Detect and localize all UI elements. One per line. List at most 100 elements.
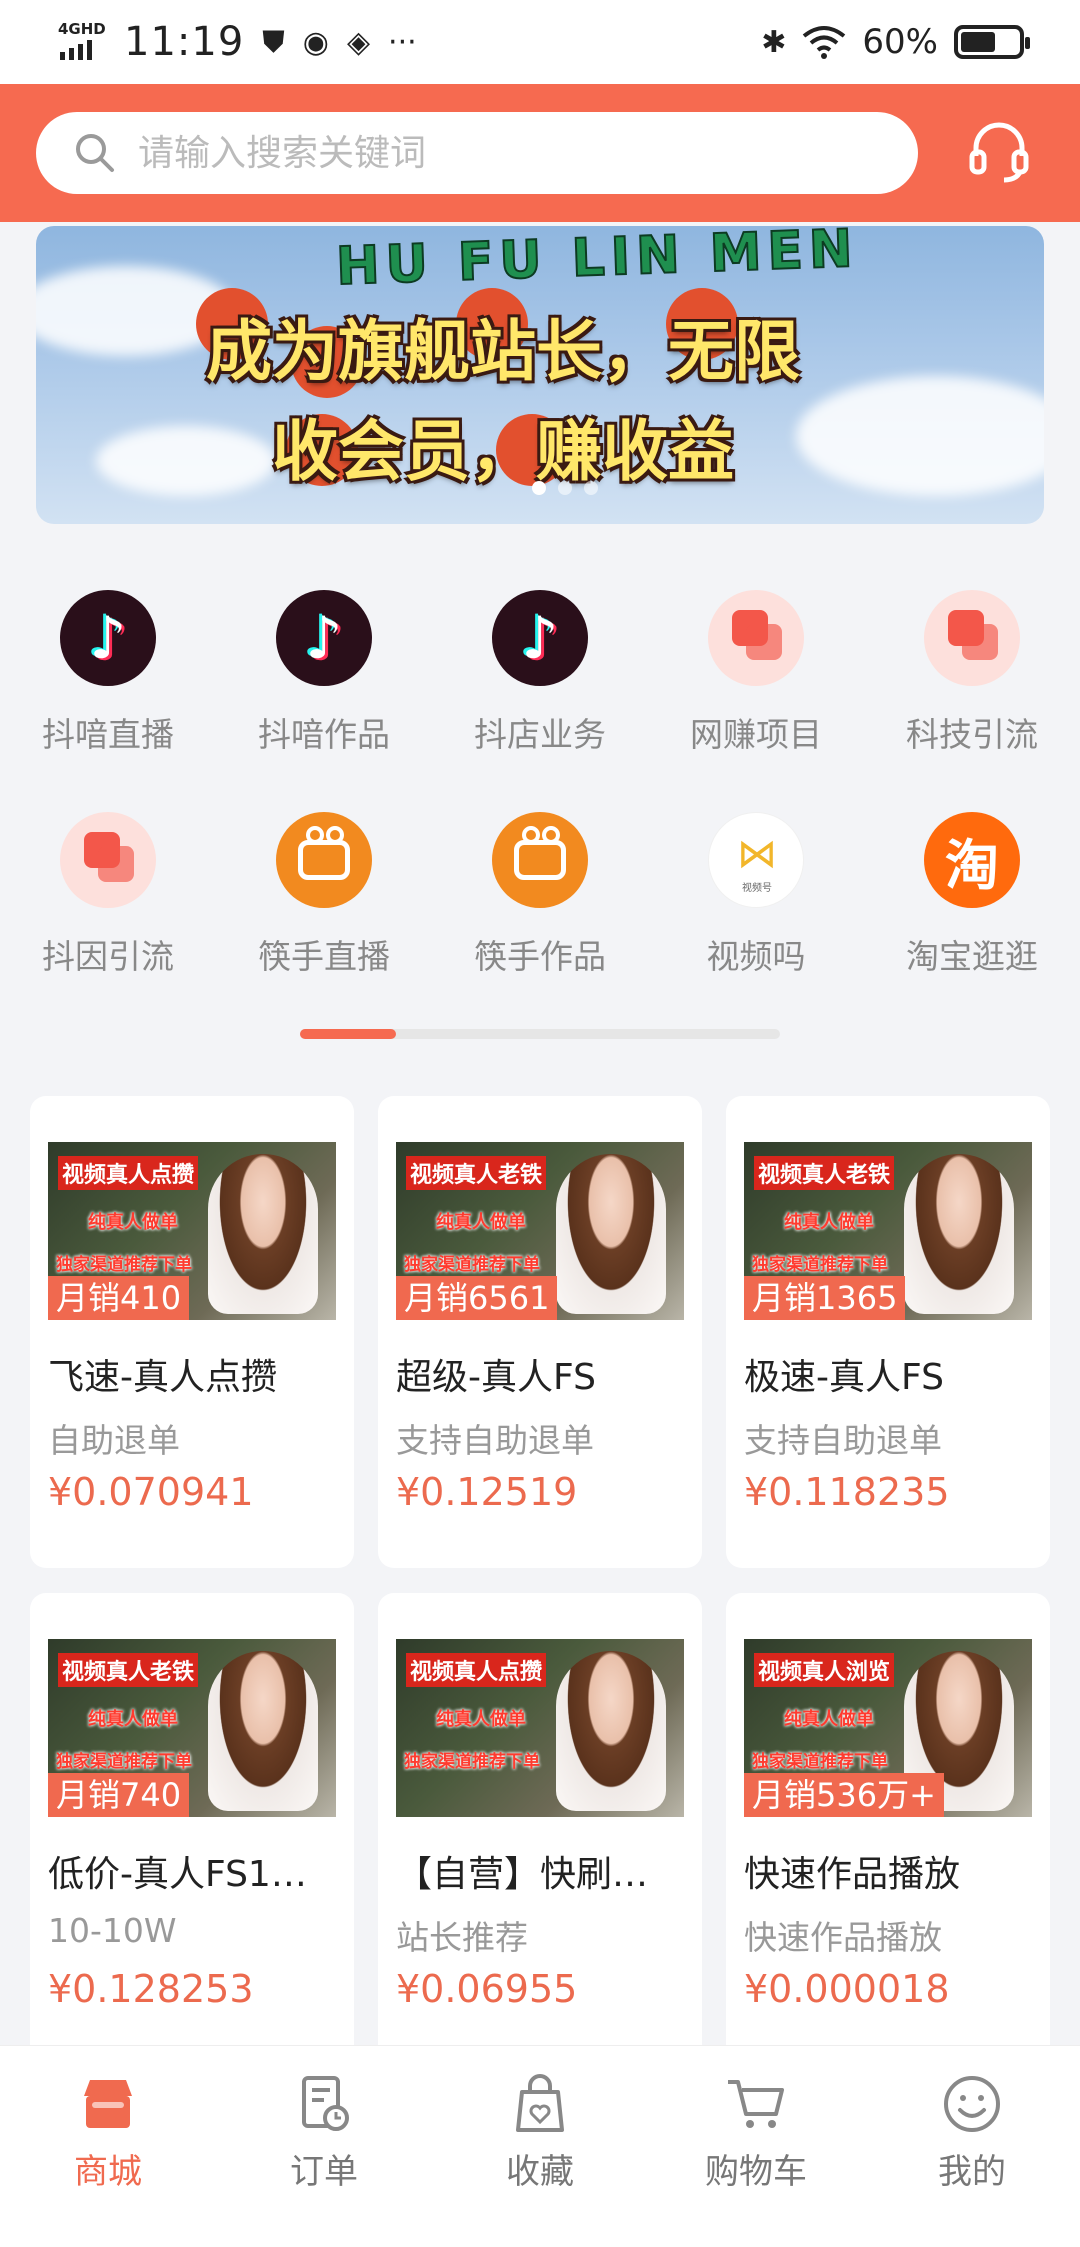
- kuaishou-icon: [492, 812, 588, 908]
- product-card[interactable]: 视频真人老铁 纯真人做单 独家渠道推荐下单 月销6561 超级-真人FS 支持自助退单 ¥0…: [378, 1096, 702, 1568]
- product-thumbnail: 视频真人浏览 纯真人做单 独家渠道推荐下单 月销536万+: [744, 1639, 1032, 1817]
- search-input[interactable]: [138, 132, 898, 174]
- product-title: 【自营】快刷…: [396, 1854, 649, 1895]
- banner-dot: [532, 481, 546, 495]
- signal-icon: 4GHD: [58, 20, 106, 64]
- category-taobao[interactable]: 淘 淘宝逛逛: [864, 812, 1080, 978]
- category-label: 抖因引流: [42, 937, 174, 976]
- category-label: 筷手直播: [258, 937, 390, 976]
- nav-orders[interactable]: 订单: [216, 2072, 432, 2193]
- category-douyin-works[interactable]: ♪ 抖喑作品: [216, 590, 432, 756]
- order-icon: [302, 2076, 349, 2131]
- thumbnail-line-3: 独家渠道推荐下单: [752, 1752, 888, 1772]
- category-label: 科技引流: [906, 715, 1038, 754]
- nav-label: 收藏: [506, 2152, 574, 2192]
- thumbnail-line-3: 独家渠道推荐下单: [56, 1255, 192, 1275]
- product-thumbnail: 视频真人老铁 纯真人做单 独家渠道推荐下单 月销740: [48, 1639, 336, 1817]
- battery-icon: [954, 25, 1030, 59]
- category-label: 视频吗: [706, 937, 806, 976]
- category-kuaishou-works[interactable]: 筷手作品: [432, 812, 648, 978]
- category-label: 抖店业务: [474, 715, 606, 754]
- more-icon: ···: [388, 24, 417, 60]
- banner-arc-text: HU FU LIN MEN: [334, 226, 860, 298]
- nav-shop[interactable]: 商城: [0, 2072, 216, 2193]
- battery-percent: 60%: [862, 22, 938, 62]
- category-label: 网赚项目: [690, 715, 822, 754]
- category-douyin-shop[interactable]: ♪ 抖店业务: [432, 590, 648, 756]
- product-thumbnail: 视频真人点攒纯真人做单独家渠道推荐下单 月销410: [48, 1142, 336, 1320]
- banner-dot: [584, 481, 598, 495]
- tiktok-icon: ♪: [276, 590, 372, 686]
- banner-pagination: [532, 481, 598, 495]
- product-title: 超级-真人FS: [396, 1357, 596, 1398]
- thumbnail-title: 视频真人点攒: [58, 1156, 199, 1190]
- nav-favorites[interactable]: 收藏: [432, 2072, 648, 2193]
- category-online-earning[interactable]: 网赚项目: [648, 590, 864, 756]
- category-douyin-live[interactable]: ♪ 抖喑直播: [0, 590, 216, 756]
- status-bar: 4GHD 11:19 ⛊ ◉ ◈ ··· ✱ 60%: [0, 0, 1080, 84]
- thumbnail-line-3: 独家渠道推荐下单: [404, 1752, 540, 1772]
- system-home-bar: [0, 2213, 1080, 2247]
- product-title: 极速-真人FS: [744, 1357, 944, 1398]
- monthly-sales-badge: 月销410: [48, 1276, 190, 1320]
- product-subtitle: 支持自助退单: [396, 1421, 594, 1460]
- product-price: ¥0.128253: [48, 1967, 254, 2011]
- category-douyin-traffic[interactable]: 抖因引流: [0, 812, 216, 978]
- product-subtitle: 自助退单: [48, 1421, 180, 1460]
- thumbnail-line-3: 独家渠道推荐下单: [752, 1255, 888, 1275]
- thumbnail-line-2: 纯真人做单: [784, 1212, 874, 1233]
- squares-icon: [708, 590, 804, 686]
- thumbnail-line-2: 纯真人做单: [88, 1212, 178, 1233]
- cart-icon: [728, 2080, 784, 2128]
- product-thumbnail: 视频真人老铁 纯真人做单 独家渠道推荐下单 月销1365: [744, 1142, 1032, 1320]
- banner-dot: [558, 481, 572, 495]
- product-subtitle: 站长推荐: [396, 1918, 528, 1957]
- nav-cart[interactable]: 购物车: [648, 2072, 864, 2193]
- thumbnail-line-2: 纯真人做单: [88, 1709, 178, 1730]
- product-card[interactable]: 视频真人点攒 纯真人做单 独家渠道推荐下单 月销410 飞速-真人点攒 自助退单 ¥0.07…: [30, 1096, 354, 1568]
- product-card[interactable]: 视频真人老铁 纯真人做单 独家渠道推荐下单 月销1365 极速-真人FS 支持自助退单 ¥0…: [726, 1096, 1050, 1568]
- monthly-sales-badge: 月销740: [48, 1773, 190, 1817]
- nav-label: 购物车: [705, 2152, 807, 2192]
- nav-label: 我的: [938, 2152, 1006, 2192]
- product-thumbnail: 视频真人点攒纯真人做单独家渠道推荐下单: [396, 1639, 684, 1817]
- product-card[interactable]: 视频真人老铁 纯真人做单 独家渠道推荐下单 月销740 低价-真人FS1… 10-10W ¥…: [30, 1593, 354, 2065]
- message-icon: ◉: [302, 24, 329, 60]
- headset-icon[interactable]: [966, 118, 1032, 184]
- favorite-bag-icon: [516, 2074, 564, 2132]
- category-tech-traffic[interactable]: 科技引流: [864, 590, 1080, 756]
- product-card[interactable]: 视频真人浏览 纯真人做单 独家渠道推荐下单 月销536万+ 快速作品播放 快速作品播放 ¥0…: [726, 1593, 1050, 2065]
- product-price: ¥0.000018: [744, 1967, 950, 2011]
- thumbnail-title: 视频真人浏览: [754, 1653, 895, 1687]
- shop-icon: [84, 2080, 132, 2128]
- thumbnail-line-2: 纯真人做单: [436, 1212, 526, 1233]
- category-label: 抖喑作品: [258, 715, 390, 754]
- thumbnail-title: 视频真人点攒: [406, 1653, 547, 1687]
- product-price: ¥0.12519: [396, 1470, 578, 1514]
- product-subtitle: 快速作品播放: [744, 1918, 942, 1957]
- monthly-sales-badge: 月销1365: [744, 1276, 906, 1320]
- bottom-nav: 商城 订单 收藏 购物车 我的: [0, 2045, 1080, 2213]
- thumbnail-line-2: 纯真人做单: [436, 1709, 526, 1730]
- network-type: 4GHD: [58, 20, 106, 38]
- promo-banner[interactable]: HU FU LIN MEN 成为旗舰站长，无限 收会员，赚收益: [36, 226, 1044, 524]
- squares-icon: [924, 590, 1020, 686]
- category-kuaishou-live[interactable]: 筷手直播: [216, 812, 432, 978]
- top-header: [0, 84, 1080, 222]
- taobao-icon: 淘: [924, 812, 1020, 908]
- thumbnail-line-3: 独家渠道推荐下单: [56, 1752, 192, 1772]
- nav-profile[interactable]: 我的: [864, 2072, 1080, 2193]
- smile-icon: [944, 2076, 1000, 2132]
- kuaishou-icon: [276, 812, 372, 908]
- product-title: 飞速-真人点攒: [48, 1357, 277, 1398]
- tiktok-icon: ♪: [492, 590, 588, 686]
- monthly-sales-badge: 月销536万+: [744, 1773, 944, 1817]
- product-card[interactable]: 视频真人点攒 纯真人做单 独家渠道推荐下单 【自营】快刷… 站长推荐 ¥0.06955: [378, 1593, 702, 2065]
- search-bar[interactable]: [36, 112, 918, 194]
- nav-label: 订单: [290, 2152, 358, 2192]
- search-icon: [76, 134, 114, 172]
- shipinhao-icon: ⋈ 视频号: [708, 812, 804, 908]
- category-shipinhao[interactable]: ⋈ 视频号 视频吗: [648, 812, 864, 978]
- thumbnail-title: 视频真人老铁: [406, 1156, 547, 1190]
- category-label: 筷手作品: [474, 937, 606, 976]
